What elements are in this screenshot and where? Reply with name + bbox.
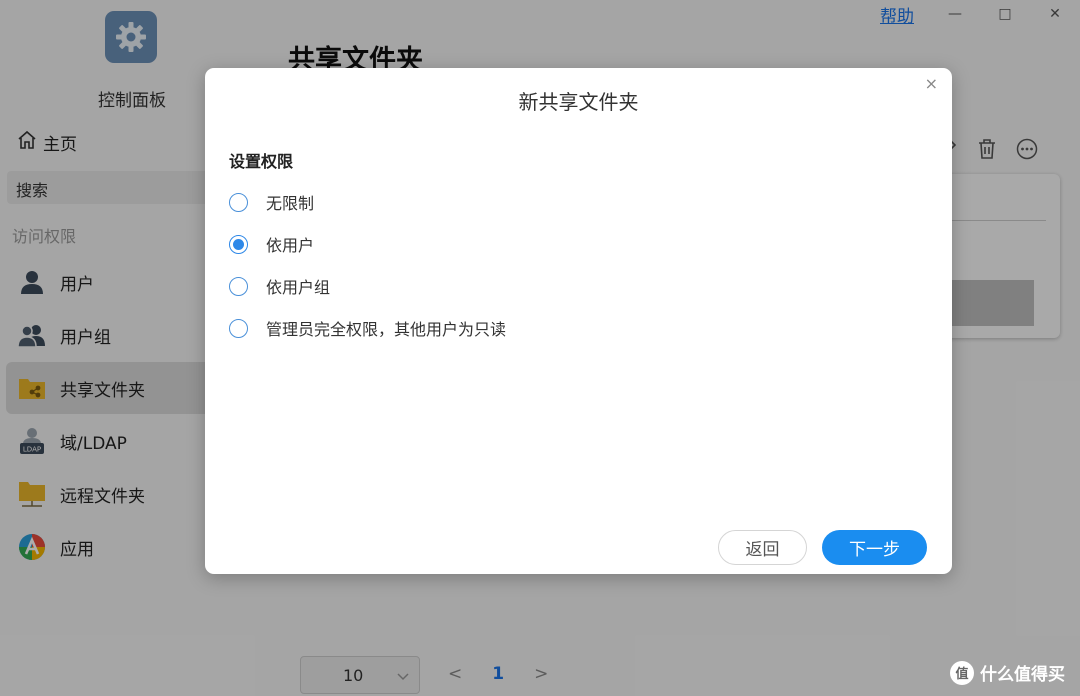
- option-label: 依用户组: [266, 278, 331, 297]
- option-by-user[interactable]: 依用户: [229, 232, 314, 256]
- back-button[interactable]: 返回: [718, 530, 807, 565]
- radio-button[interactable]: [229, 276, 248, 296]
- option-unrestricted[interactable]: 无限制: [229, 190, 314, 214]
- option-admin-full-others-readonly[interactable]: 管理员完全权限，其他用户为只读: [229, 316, 506, 340]
- option-by-user-group[interactable]: 依用户组: [229, 274, 330, 298]
- option-label: 依用户: [266, 236, 315, 255]
- next-button[interactable]: 下一步: [822, 530, 927, 565]
- radio-button[interactable]: [229, 192, 248, 212]
- new-shared-folder-dialog: 新共享文件夹 × 设置权限 无限制 依用户 依用户组 管理员完全权限，其他用户为…: [205, 68, 952, 574]
- option-label: 管理员完全权限，其他用户为只读: [266, 320, 507, 339]
- watermark-text: 什么值得买: [980, 665, 1065, 685]
- permissions-section-title: 设置权限: [229, 152, 294, 171]
- dialog-close-button[interactable]: ×: [925, 74, 938, 93]
- dialog-title: 新共享文件夹: [518, 90, 639, 114]
- radio-button[interactable]: [229, 318, 248, 338]
- watermark: 值 什么值得买: [950, 660, 1065, 685]
- radio-button-checked[interactable]: [229, 234, 248, 254]
- option-label: 无限制: [266, 194, 315, 213]
- watermark-logo-icon: 值: [950, 660, 974, 685]
